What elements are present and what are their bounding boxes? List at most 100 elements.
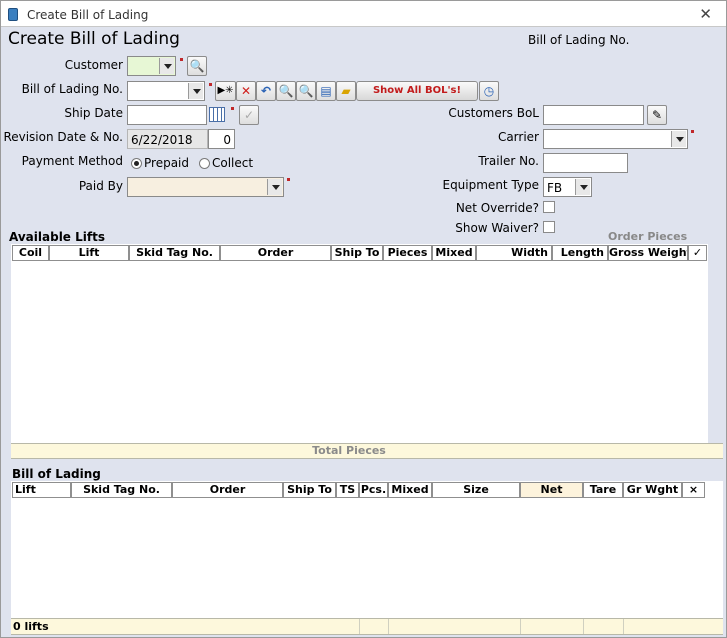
magnifier-icon: 🔍 xyxy=(298,84,314,98)
col-bol-tare[interactable]: Tare xyxy=(583,482,623,498)
required-marker xyxy=(180,58,183,61)
col-bol-ts[interactable]: TS xyxy=(336,482,359,498)
revision-number-field[interactable]: 0 xyxy=(208,129,235,149)
col-bol-delete[interactable]: × xyxy=(682,482,705,498)
col-pieces[interactable]: Pieces xyxy=(383,245,432,261)
col-coil[interactable]: Coil xyxy=(12,245,49,261)
sticky-note-icon: ▰ xyxy=(341,84,351,98)
ship-date-input[interactable] xyxy=(127,105,207,125)
form-button[interactable]: ▤ xyxy=(316,81,336,101)
app-icon xyxy=(8,8,18,21)
customer-lookup-button[interactable]: 🔍 xyxy=(187,56,207,76)
col-order[interactable]: Order xyxy=(220,245,331,261)
col-bol-size[interactable]: Size xyxy=(432,482,520,498)
col-length[interactable]: Length xyxy=(552,245,608,261)
trailer-no-input[interactable] xyxy=(543,153,628,173)
collect-radio[interactable] xyxy=(199,158,210,169)
lift-count: 0 lifts xyxy=(13,620,49,633)
footer-divider xyxy=(359,619,360,634)
confirm-button[interactable]: ✓ xyxy=(239,105,259,125)
footer-divider xyxy=(583,619,584,634)
col-width[interactable]: Width xyxy=(476,245,552,261)
footer-divider xyxy=(388,619,389,634)
col-skid-tag[interactable]: Skid Tag No. xyxy=(129,245,220,261)
search-button[interactable]: 🔍 xyxy=(296,81,316,101)
col-lift[interactable]: Lift xyxy=(49,245,129,261)
customer-select[interactable] xyxy=(127,56,176,76)
carrier-select[interactable] xyxy=(543,129,688,149)
chevron-down-icon[interactable] xyxy=(267,179,282,195)
payment-method-label: Payment Method xyxy=(21,154,123,168)
calendar-icon[interactable] xyxy=(209,107,225,122)
trailer-no-label: Trailer No. xyxy=(478,154,539,168)
col-mixed[interactable]: Mixed xyxy=(432,245,476,261)
delete-button[interactable]: ✕ xyxy=(236,81,256,101)
revision-label: Revision Date & No. xyxy=(3,130,123,144)
preview-button[interactable]: 🔍 xyxy=(276,81,296,101)
footer-divider xyxy=(520,619,521,634)
col-bol-mixed[interactable]: Mixed xyxy=(388,482,432,498)
available-lifts-title: Available Lifts xyxy=(9,230,105,244)
col-bol-gross-weight[interactable]: Gr Wght xyxy=(623,482,682,498)
revision-date-value: 6/22/2018 xyxy=(131,133,193,147)
bol-number-heading: Bill of Lading No. xyxy=(528,33,630,47)
window-title: Create Bill of Lading xyxy=(27,8,149,22)
bol-no-label: Bill of Lading No. xyxy=(21,82,123,96)
edit-bol-button[interactable]: ✎ xyxy=(647,105,667,125)
revision-number-value: 0 xyxy=(223,133,231,147)
chevron-down-icon[interactable] xyxy=(671,131,686,147)
total-pieces-label: Total Pieces xyxy=(312,444,386,457)
chevron-down-icon[interactable] xyxy=(575,179,590,195)
magnifier-icon: 🔍 xyxy=(189,59,205,73)
available-lifts-grid[interactable] xyxy=(11,244,708,444)
bol-no-select[interactable] xyxy=(127,81,205,101)
title-bar: Create Bill of Lading ✕ xyxy=(1,1,726,27)
close-icon[interactable]: ✕ xyxy=(699,5,712,23)
revision-date-field: 6/22/2018 xyxy=(127,129,208,149)
equipment-type-select[interactable]: FB xyxy=(543,177,592,197)
paid-by-select[interactable] xyxy=(127,177,284,197)
prepaid-label: Prepaid xyxy=(144,156,189,170)
footer-divider xyxy=(623,619,624,634)
net-override-checkbox[interactable] xyxy=(543,201,555,213)
pencil-icon: ✎ xyxy=(651,108,663,122)
collect-label: Collect xyxy=(212,156,254,170)
prepaid-radio[interactable] xyxy=(131,158,142,169)
net-override-label: Net Override? xyxy=(455,201,539,215)
required-marker xyxy=(231,107,234,110)
bill-of-lading-title: Bill of Lading xyxy=(12,467,101,481)
carrier-label: Carrier xyxy=(497,130,539,144)
new-record-icon: ▶✳ xyxy=(217,85,234,96)
chevron-down-icon[interactable] xyxy=(188,83,203,99)
undo-button[interactable]: ↶ xyxy=(256,81,276,101)
col-gross-weight[interactable]: Gross Weight xyxy=(608,245,688,261)
preview-icon: 🔍 xyxy=(278,84,294,98)
col-bol-pcs[interactable]: Pcs. xyxy=(359,482,388,498)
col-select-all[interactable]: ✓ xyxy=(688,245,707,261)
clock-icon: ◷ xyxy=(483,84,495,98)
col-bol-order[interactable]: Order xyxy=(172,482,283,498)
required-marker xyxy=(691,130,694,133)
undo-icon: ↶ xyxy=(260,84,272,98)
col-bol-ship-to[interactable]: Ship To xyxy=(283,482,336,498)
show-waiver-checkbox[interactable] xyxy=(543,221,555,233)
required-marker xyxy=(209,83,212,86)
customers-bol-input[interactable] xyxy=(543,105,644,125)
history-button[interactable]: ◷ xyxy=(479,81,499,101)
note-button[interactable]: ▰ xyxy=(336,81,356,101)
chevron-down-icon[interactable] xyxy=(159,58,174,74)
col-bol-net[interactable]: Net xyxy=(520,482,583,498)
col-ship-to[interactable]: Ship To xyxy=(331,245,383,261)
col-bol-skid-tag[interactable]: Skid Tag No. xyxy=(71,482,172,498)
col-bol-lift[interactable]: Lift xyxy=(12,482,71,498)
show-all-bols-button[interactable]: Show All BOL's! xyxy=(356,81,478,101)
customers-bol-label: Customers BoL xyxy=(448,106,539,120)
show-waiver-label: Show Waiver? xyxy=(455,221,539,235)
window: Create Bill of Lading ✕ Create Bill of L… xyxy=(0,0,727,638)
equipment-type-label: Equipment Type xyxy=(442,178,539,192)
bol-grid[interactable] xyxy=(11,481,723,618)
red-x-icon: ✕ xyxy=(240,84,252,98)
required-marker xyxy=(287,178,290,181)
new-record-button[interactable]: ▶✳ xyxy=(215,81,236,101)
page-title: Create Bill of Lading xyxy=(8,29,180,49)
